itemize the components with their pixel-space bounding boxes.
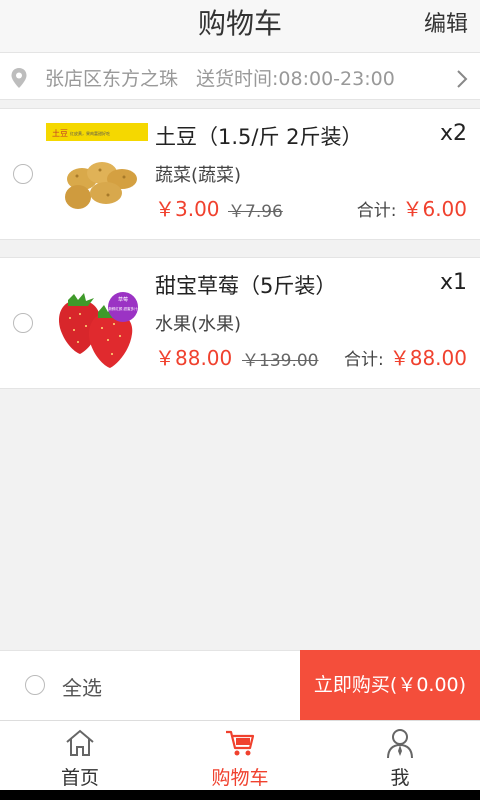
total-value: ￥6.00 xyxy=(402,197,467,221)
address-location: 张店区东方之珠 xyxy=(45,68,179,90)
item-total: 合计: ￥88.00 xyxy=(344,342,467,371)
address-text: 张店区东方之珠 送货时间:08:00-23:00 xyxy=(45,64,395,91)
delivery-time: 送货时间:08:00-23:00 xyxy=(196,68,395,90)
user-icon xyxy=(387,729,413,759)
item-select-radio[interactable] xyxy=(13,164,33,184)
total-value: ￥88.00 xyxy=(389,346,467,370)
product-name[interactable]: 土豆（1.5/斤 2斤装） xyxy=(155,121,363,151)
sale-price: ￥88.00 xyxy=(155,346,233,370)
bottom-tab-bar: 首页 购物车 我 xyxy=(0,720,480,790)
product-category: 蔬菜(蔬菜) xyxy=(155,165,242,186)
total-label: 合计: xyxy=(344,350,384,370)
delivery-address-row[interactable]: 张店区东方之珠 送货时间:08:00-23:00 xyxy=(0,52,480,100)
product-image-potato[interactable]: 土豆 红皮黄，果肉富甜好吃 xyxy=(46,121,148,227)
quantity-label: x1 xyxy=(439,270,467,295)
checkout-bar: 全选 立即购买(￥0.00) xyxy=(0,650,480,720)
cart-item-strawberry: 草莓 新鲜红颜 甜蜜多汁 甜宝草莓（5斤装） x1 水果(水果) ￥88.00 … xyxy=(0,257,480,389)
product-image-strawberry[interactable]: 草莓 新鲜红颜 甜蜜多汁 xyxy=(46,270,148,376)
edit-button[interactable]: 编辑 xyxy=(424,6,468,38)
original-price: ￥7.96 xyxy=(228,202,283,222)
chevron-right-icon xyxy=(456,69,468,93)
system-nav-bar xyxy=(0,790,480,800)
page-title: 购物车 xyxy=(197,7,282,40)
tab-cart-label: 购物车 xyxy=(211,767,269,789)
tab-profile[interactable]: 我 xyxy=(320,721,480,791)
sale-price: ￥3.00 xyxy=(155,197,220,221)
original-price: ￥139.00 xyxy=(242,351,319,371)
banner-subtitle: 红皮黄，果肉富甜好吃 xyxy=(70,130,110,136)
header-bar: 购物车 编辑 xyxy=(0,0,480,52)
item-total: 合计: ￥6.00 xyxy=(357,193,467,222)
total-label: 合计: xyxy=(356,201,397,221)
tab-profile-label: 我 xyxy=(390,767,410,789)
product-category: 水果(水果) xyxy=(155,314,242,335)
item-select-radio[interactable] xyxy=(13,313,33,333)
cart-item-potato: 土豆 红皮黄，果肉富甜好吃 土豆（1.5/斤 2斤装） x2 蔬菜(蔬菜) ￥3… xyxy=(0,108,480,240)
badge-title: 草莓 xyxy=(118,296,128,303)
quantity-label: x2 xyxy=(439,121,467,146)
banner-title: 土豆 xyxy=(52,128,68,138)
tab-home-label: 首页 xyxy=(60,767,99,789)
product-name[interactable]: 甜宝草莓（5斤装） xyxy=(155,270,336,300)
tab-cart[interactable]: 购物车 xyxy=(160,721,320,791)
tab-home[interactable]: 首页 xyxy=(0,721,160,791)
cart-icon xyxy=(226,730,255,756)
location-pin-icon xyxy=(10,67,28,93)
select-all-label[interactable]: 全选 xyxy=(62,672,102,701)
buy-now-button[interactable]: 立即购买(￥0.00) xyxy=(300,650,480,720)
badge-subtitle: 新鲜红颜 甜蜜多汁 xyxy=(108,306,138,311)
home-icon xyxy=(66,729,94,756)
select-all-radio[interactable] xyxy=(25,675,45,695)
